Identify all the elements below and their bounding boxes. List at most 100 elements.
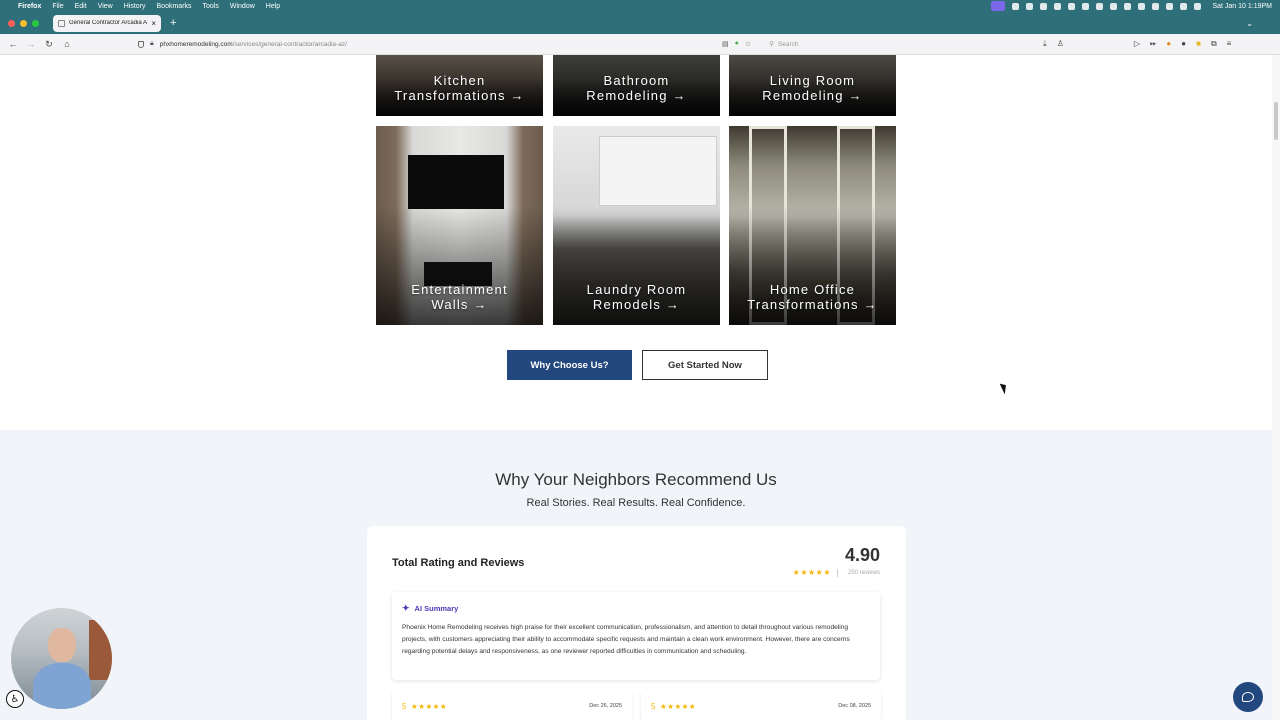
service-card-label: Kitchen Transformations → xyxy=(394,73,525,103)
download-icon[interactable]: ⤓ xyxy=(1043,39,1047,49)
review-count[interactable]: 250 reviews xyxy=(848,570,880,576)
new-tab-icon[interactable]: + xyxy=(170,17,176,29)
menu-history[interactable]: History xyxy=(124,3,146,10)
tray-app-icon[interactable] xyxy=(1096,2,1104,10)
url-path: /services/general-contractor/arcadia-az/ xyxy=(232,40,347,48)
menu-help[interactable]: Help xyxy=(266,3,280,10)
presenter-head-image xyxy=(48,628,76,662)
url-bar[interactable]: 🔒︎ phxhomeremodeling.com/services/genera… xyxy=(138,40,708,48)
lock-icon[interactable]: 🔒︎ xyxy=(150,40,154,48)
accessibility-icon[interactable]: ♿︎ xyxy=(6,690,24,708)
average-score: 4.90 xyxy=(844,545,880,565)
review-score: 5 xyxy=(651,702,656,711)
review-card[interactable]: 5 ★★★★★ Dec 08, 2025 xyxy=(641,691,881,720)
tray-app-icon[interactable] xyxy=(1040,2,1048,10)
menu-window[interactable]: Window xyxy=(230,3,255,10)
section-title: Why Your Neighbors Recommend Us xyxy=(495,470,777,489)
tray-app-icon[interactable] xyxy=(1012,2,1020,10)
account-icon[interactable]: ♙ xyxy=(1057,39,1064,49)
status-tray: Sat Jan 10 1:19PM xyxy=(991,1,1272,11)
chat-icon[interactable] xyxy=(1233,682,1263,712)
service-card-kitchen[interactable]: Kitchen Transformations → xyxy=(376,55,543,116)
menu-view[interactable]: View xyxy=(98,3,113,10)
scrollbar-thumb[interactable] xyxy=(1274,102,1278,140)
tray-app-icon[interactable] xyxy=(1110,2,1118,10)
ai-summary-text: Phoenix Home Remodeling receives high pr… xyxy=(402,624,850,655)
tray-app-icon[interactable] xyxy=(1054,2,1062,10)
service-card-entertainment-walls[interactable]: Entertainment Walls → xyxy=(376,126,543,325)
control-center-icon[interactable] xyxy=(1194,2,1202,10)
menu-edit[interactable]: Edit xyxy=(75,3,87,10)
search-icon[interactable] xyxy=(1180,2,1188,10)
forward-icon[interactable]: → xyxy=(22,39,40,49)
service-card-laundry-room[interactable]: Laundry Room Remodels → xyxy=(553,126,720,325)
rating-card-title: Total Rating and Reviews xyxy=(392,557,525,569)
back-icon[interactable]: ← xyxy=(4,39,22,49)
bookmark-star-icon[interactable]: ☆ xyxy=(745,40,751,48)
tray-app-icon[interactable] xyxy=(1124,2,1132,10)
tab-title: General Contractor Arcadia AZ | xyxy=(69,20,148,26)
review-card[interactable]: 5 ★★★★★ Dec 26, 2025 xyxy=(392,691,632,720)
extension-icon[interactable]: ● xyxy=(1166,39,1171,49)
reader-view-icon[interactable]: ▤ xyxy=(722,40,729,48)
service-card-home-office[interactable]: Home Office Transformations → xyxy=(729,126,896,325)
chat-bubble-icon xyxy=(1242,692,1254,702)
media-icon[interactable]: ▷ xyxy=(1134,39,1140,49)
service-card-living-room[interactable]: Living Room Remodeling → xyxy=(729,55,896,116)
ai-summary-box: ✦ AI Summary Phoenix Home Remodeling rec… xyxy=(392,592,880,680)
tray-app-icon[interactable] xyxy=(1026,2,1034,10)
macos-menubar: Firefox File Edit View History Bookmarks… xyxy=(0,0,1280,12)
review-stars-icon: ★★★★★ xyxy=(411,702,448,711)
ai-summary-header: ✦ AI Summary xyxy=(402,603,458,614)
service-card-bathroom[interactable]: Bathroom Remodeling → xyxy=(553,55,720,116)
tray-app-icon[interactable] xyxy=(1068,2,1076,10)
get-started-button[interactable]: Get Started Now xyxy=(642,350,768,380)
tray-app-icon[interactable] xyxy=(1138,2,1146,10)
menu-hamburger-icon[interactable]: ≡ xyxy=(1227,39,1232,49)
review-date: Dec 26, 2025 xyxy=(589,703,622,709)
extensions-puzzle-icon[interactable]: ⧉ xyxy=(1211,39,1217,49)
extension-icon[interactable]: ● xyxy=(1181,39,1186,49)
fast-forward-icon[interactable]: ⏩︎ xyxy=(1150,39,1156,49)
tab-list-chevron-icon[interactable]: ⌄ xyxy=(1246,19,1253,28)
menu-tools[interactable]: Tools xyxy=(203,3,219,10)
url-host: phxhomeremodeling.com xyxy=(159,40,233,48)
minimize-window-icon[interactable] xyxy=(20,19,27,27)
close-tab-icon[interactable]: × xyxy=(151,19,156,28)
service-card-label: Home Office Transformations → xyxy=(747,282,878,312)
webcam-overlay xyxy=(11,608,112,709)
search-input[interactable]: Search xyxy=(778,41,799,48)
menu-file[interactable]: File xyxy=(52,3,63,10)
shield-icon[interactable] xyxy=(138,40,144,48)
menu-bookmarks[interactable]: Bookmarks xyxy=(157,3,192,10)
service-card-label: Living Room Remodeling → xyxy=(762,73,863,103)
rating-card: Total Rating and Reviews 4.90 ★★★★★ 250 … xyxy=(367,526,906,720)
ai-summary-label: AI Summary xyxy=(414,604,459,613)
tv-image xyxy=(408,155,504,209)
maximize-window-icon[interactable] xyxy=(32,19,39,27)
sparkle-icon: ✦ xyxy=(402,603,410,613)
browser-tabbar: General Contractor Arcadia AZ | × + ⌄ xyxy=(0,12,1280,34)
close-window-icon[interactable] xyxy=(8,19,15,27)
wifi-icon[interactable] xyxy=(1152,2,1160,10)
browser-navbar: ← → ↻ ⌂ 🔒︎ phxhomeremodeling.com/service… xyxy=(0,34,1280,55)
bluetooth-icon[interactable] xyxy=(1166,2,1174,10)
rating-stars-icon: ★★★★★ xyxy=(792,568,831,577)
extension-icon[interactable]: ■ xyxy=(1196,39,1201,49)
service-card-label: Entertainment Walls → xyxy=(411,282,508,312)
menu-app-firefox[interactable]: Firefox xyxy=(18,3,41,10)
reload-icon[interactable]: ↻ xyxy=(40,39,58,50)
screen-record-icon[interactable] xyxy=(991,1,1006,11)
search-box[interactable]: ⚲ Search xyxy=(769,40,1039,49)
browser-tab-active[interactable]: General Contractor Arcadia AZ | × xyxy=(53,14,161,32)
why-choose-us-button[interactable]: Why Choose Us? xyxy=(507,350,632,380)
url-actions: ▤ ● ☆ xyxy=(722,40,751,48)
home-icon[interactable]: ⌂ xyxy=(58,39,76,49)
extension-icon[interactable]: ● xyxy=(735,40,739,48)
search-icon: ⚲ xyxy=(769,41,774,48)
cabinet-image xyxy=(599,136,717,206)
web-page: Kitchen Transformations → Bathroom Remod… xyxy=(0,55,1272,720)
page-scrollbar[interactable] xyxy=(1272,55,1280,720)
menubar-clock[interactable]: Sat Jan 10 1:19PM xyxy=(1212,3,1272,10)
tray-app-icon[interactable] xyxy=(1082,2,1090,10)
